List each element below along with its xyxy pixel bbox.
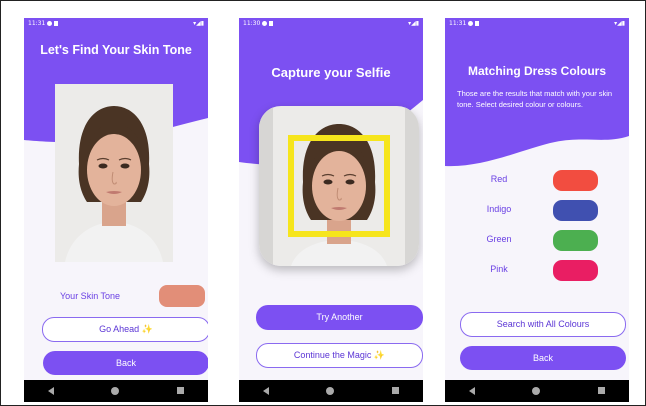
try-another-button[interactable]: Try Another (256, 305, 423, 330)
status-time: 11:31 (449, 20, 467, 27)
colour-swatch-red[interactable] (553, 170, 598, 191)
nav-back-icon[interactable] (48, 387, 54, 395)
colour-name-pink: Pink (490, 264, 508, 274)
status-time: 11:31 (28, 20, 46, 27)
continue-magic-button[interactable]: Continue the Magic ✨ (256, 343, 423, 368)
nav-back-icon[interactable] (469, 387, 475, 395)
signal-battery-icon: ▾◢▮ (193, 20, 204, 27)
screen-matching-colours: 11:31 ▾◢▮ Matching Dress Colours Those a… (445, 18, 629, 402)
signal-battery-icon: ▾◢▮ (614, 20, 625, 27)
nav-home-icon[interactable] (532, 387, 540, 395)
signal-battery-icon: ▾◢▮ (408, 20, 419, 27)
colour-name-green: Green (486, 234, 512, 244)
status-bar: 11:31 ▾◢▮ (24, 18, 208, 30)
status-time: 11:30 (243, 20, 261, 27)
back-button[interactable]: Back (43, 351, 208, 375)
colour-swatch-indigo[interactable] (553, 200, 598, 221)
nav-back-icon[interactable] (263, 387, 269, 395)
screen-find-skin-tone: 11:31 ▾◢▮ Let's Find Your Skin Tone Your… (24, 18, 208, 402)
skin-tone-swatch (159, 285, 205, 307)
selfie-preview (259, 106, 419, 266)
face-photo (55, 84, 173, 262)
nav-recents-icon[interactable] (177, 387, 184, 394)
nav-recents-icon[interactable] (598, 387, 605, 394)
status-bar: 11:31 ▾◢▮ (445, 18, 629, 30)
nav-home-icon[interactable] (326, 387, 334, 395)
android-nav-bar (239, 380, 423, 402)
page-title: Let's Find Your Skin Tone (40, 43, 192, 57)
screen-capture-selfie: 11:30 ▾◢▮ Capture your Selfie Try Anothe… (239, 18, 423, 402)
go-ahead-button[interactable]: Go Ahead ✨ (42, 317, 208, 342)
nav-recents-icon[interactable] (392, 387, 399, 394)
android-nav-bar (445, 380, 629, 402)
skin-tone-label: Your Skin Tone (60, 291, 121, 301)
colour-name-red: Red (490, 174, 508, 184)
page-title: Matching Dress Colours (467, 64, 607, 78)
colour-swatch-pink[interactable] (553, 260, 598, 281)
search-all-colours-button[interactable]: Search with All Colours (460, 312, 626, 337)
page-subtitle: Those are the results that match with yo… (457, 89, 613, 109)
status-bar: 11:30 ▾◢▮ (239, 18, 423, 30)
back-button[interactable]: Back (460, 346, 626, 370)
android-nav-bar (24, 380, 208, 402)
colour-swatch-green[interactable] (553, 230, 598, 251)
nav-home-icon[interactable] (111, 387, 119, 395)
colour-name-indigo: Indigo (486, 204, 512, 214)
page-title: Capture your Selfie (271, 65, 391, 80)
